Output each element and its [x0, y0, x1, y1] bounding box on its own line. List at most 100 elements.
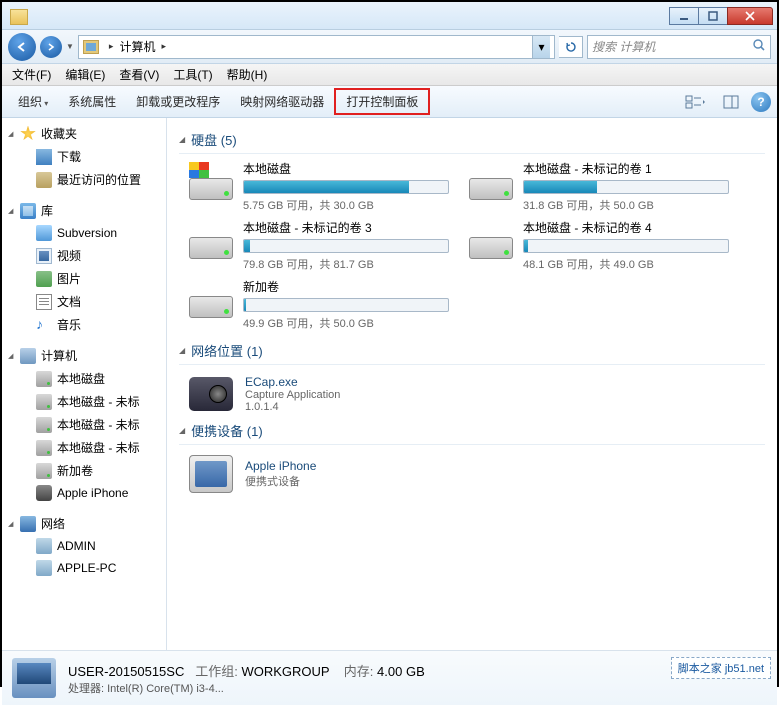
menu-tools[interactable]: 工具(T) — [167, 64, 218, 85]
sidebar-favorites-header[interactable]: 收藏夹 — [2, 122, 166, 145]
menu-help[interactable]: 帮助(H) — [221, 64, 274, 85]
library-icon — [20, 203, 36, 219]
breadcrumb-dropdown[interactable]: ▾ — [532, 36, 550, 58]
system-properties-button[interactable]: 系统属性 — [58, 89, 126, 114]
breadcrumb[interactable]: ▸ 计算机 ▸ ▾ — [78, 35, 555, 59]
drive-usage-bar — [243, 180, 449, 194]
menu-view[interactable]: 查看(V) — [113, 64, 165, 85]
drive-name: 本地磁盘 — [243, 160, 449, 177]
sidebar-item-drive[interactable]: 本地磁盘 - 未标 — [2, 436, 166, 459]
sidebar-item-network-pc[interactable]: APPLE-PC — [2, 557, 166, 579]
sidebar-item-drive[interactable]: 新加卷 — [2, 459, 166, 482]
details-cpu-label: 处理器: — [68, 683, 104, 695]
camera-icon — [189, 377, 233, 411]
map-network-button[interactable]: 映射网络驱动器 — [230, 89, 334, 114]
sidebar-libraries-header[interactable]: 库 — [2, 199, 166, 222]
category-portable[interactable]: 便携设备 (1) — [179, 417, 765, 445]
back-button[interactable] — [8, 33, 36, 61]
preview-pane-button[interactable] — [715, 91, 747, 113]
details-mem-label: 内存: — [344, 664, 374, 679]
music-icon: ♪ — [36, 317, 52, 333]
breadcrumb-sep-icon[interactable]: ▸ — [105, 41, 118, 52]
details-mem: 4.00 GB — [377, 664, 425, 679]
watermark: 脚本之家 jb51.net — [671, 657, 771, 679]
uninstall-button[interactable]: 卸载或更改程序 — [126, 89, 230, 114]
details-wg-label: 工作组: — [195, 664, 238, 679]
drive-free-text: 5.75 GB 可用，共 30.0 GB — [243, 197, 449, 213]
sidebar-item-documents[interactable]: 文档 — [2, 290, 166, 313]
drive-icon — [36, 463, 52, 479]
drive-item[interactable]: 新加卷49.9 GB 可用，共 50.0 GB — [189, 278, 449, 331]
minimize-button[interactable] — [669, 7, 699, 25]
refresh-button[interactable] — [559, 36, 583, 58]
portable-name: Apple iPhone — [245, 459, 316, 473]
drive-icon — [189, 160, 233, 200]
drive-icon — [469, 219, 513, 259]
sidebar-item-pictures[interactable]: 图片 — [2, 267, 166, 290]
main-content: 硬盘 (5) 本地磁盘 5.75 GB 可用，共 30.0 GB 本地磁盘 - 未标… — [167, 118, 777, 650]
drive-name: 本地磁盘 - 未标记的卷 3 — [243, 219, 449, 236]
sidebar-item-drive[interactable]: 本地磁盘 - 未标 — [2, 390, 166, 413]
maximize-button[interactable] — [698, 7, 728, 25]
close-button[interactable] — [727, 7, 773, 25]
drive-usage-bar — [523, 180, 729, 194]
sidebar-item-iphone[interactable]: Apple iPhone — [2, 482, 166, 504]
netloc-name: ECap.exe — [245, 375, 340, 389]
sidebar-item-network-pc[interactable]: ADMIN — [2, 535, 166, 557]
view-mode-button[interactable] — [679, 91, 711, 113]
drive-free-text: 49.9 GB 可用，共 50.0 GB — [243, 315, 449, 331]
picture-icon — [36, 271, 52, 287]
history-dropdown[interactable]: ▼ — [66, 42, 74, 51]
drive-icon — [36, 417, 52, 433]
organize-button[interactable]: 组织 — [8, 89, 58, 114]
details-name: USER-20150515SC — [68, 664, 184, 679]
portable-item[interactable]: Apple iPhone 便携式设备 — [189, 451, 765, 497]
drive-icon — [189, 278, 233, 318]
forward-button[interactable] — [40, 36, 62, 58]
drive-item[interactable]: 本地磁盘 - 未标记的卷 3 79.8 GB 可用，共 81.7 GB — [189, 219, 449, 272]
sidebar-item-drive[interactable]: 本地磁盘 — [2, 367, 166, 390]
breadcrumb-root[interactable]: 计算机 — [119, 38, 155, 55]
sidebar-item-downloads[interactable]: 下载 — [2, 145, 166, 168]
menu-bar: 文件(F) 编辑(E) 查看(V) 工具(T) 帮助(H) — [2, 64, 777, 86]
device-icon — [189, 455, 233, 493]
video-icon — [36, 248, 52, 264]
category-network-location[interactable]: 网络位置 (1) — [179, 337, 765, 365]
help-button[interactable]: ? — [751, 92, 771, 112]
portable-sub: 便携式设备 — [245, 473, 316, 489]
document-icon — [36, 294, 52, 310]
drive-item[interactable]: 本地磁盘 5.75 GB 可用，共 30.0 GB — [189, 160, 449, 213]
drive-item[interactable]: 本地磁盘 - 未标记的卷 4 48.1 GB 可用，共 49.0 GB — [469, 219, 729, 272]
sidebar-item-recent[interactable]: 最近访问的位置 — [2, 168, 166, 191]
title-bar — [2, 2, 777, 30]
sidebar-item-drive[interactable]: 本地磁盘 - 未标 — [2, 413, 166, 436]
drive-item[interactable]: 本地磁盘 - 未标记的卷 131.8 GB 可用，共 50.0 GB — [469, 160, 729, 213]
drive-icon — [36, 394, 52, 410]
search-input[interactable]: 搜索 计算机 — [587, 35, 771, 59]
sidebar-item-subversion[interactable]: Subversion — [2, 222, 166, 244]
control-panel-button[interactable]: 打开控制面板 — [334, 88, 430, 115]
drive-free-text: 48.1 GB 可用，共 49.0 GB — [523, 256, 729, 272]
details-wg: WORKGROUP — [241, 664, 329, 679]
sidebar-computer-header[interactable]: 计算机 — [2, 344, 166, 367]
menu-file[interactable]: 文件(F) — [6, 64, 57, 85]
sidebar-item-music[interactable]: ♪音乐 — [2, 313, 166, 336]
nav-bar: ▼ ▸ 计算机 ▸ ▾ 搜索 计算机 — [2, 30, 777, 64]
pc-icon — [36, 538, 52, 554]
sidebar-network-header[interactable]: 网络 — [2, 512, 166, 535]
details-pane: USER-20150515SC 工作组: WORKGROUP 内存: 4.00 … — [2, 650, 777, 705]
drive-free-text: 79.8 GB 可用，共 81.7 GB — [243, 256, 449, 272]
star-icon — [20, 126, 36, 142]
netloc-item[interactable]: ECap.exe Capture Application 1.0.1.4 — [189, 371, 765, 417]
pc-icon — [36, 560, 52, 576]
drive-icon — [189, 219, 233, 259]
sidebar-item-videos[interactable]: 视频 — [2, 244, 166, 267]
menu-edit[interactable]: 编辑(E) — [59, 64, 111, 85]
computer-large-icon — [12, 658, 56, 698]
drive-icon — [36, 371, 52, 387]
sidebar: 收藏夹 下载 最近访问的位置 库 Subversion 视频 图片 文档 ♪音乐… — [2, 118, 167, 650]
breadcrumb-sep-icon[interactable]: ▸ — [157, 41, 170, 52]
category-drives[interactable]: 硬盘 (5) — [179, 126, 765, 154]
drive-name: 本地磁盘 - 未标记的卷 4 — [523, 219, 729, 236]
details-cpu: Intel(R) Core(TM) i3-4... — [107, 683, 224, 695]
